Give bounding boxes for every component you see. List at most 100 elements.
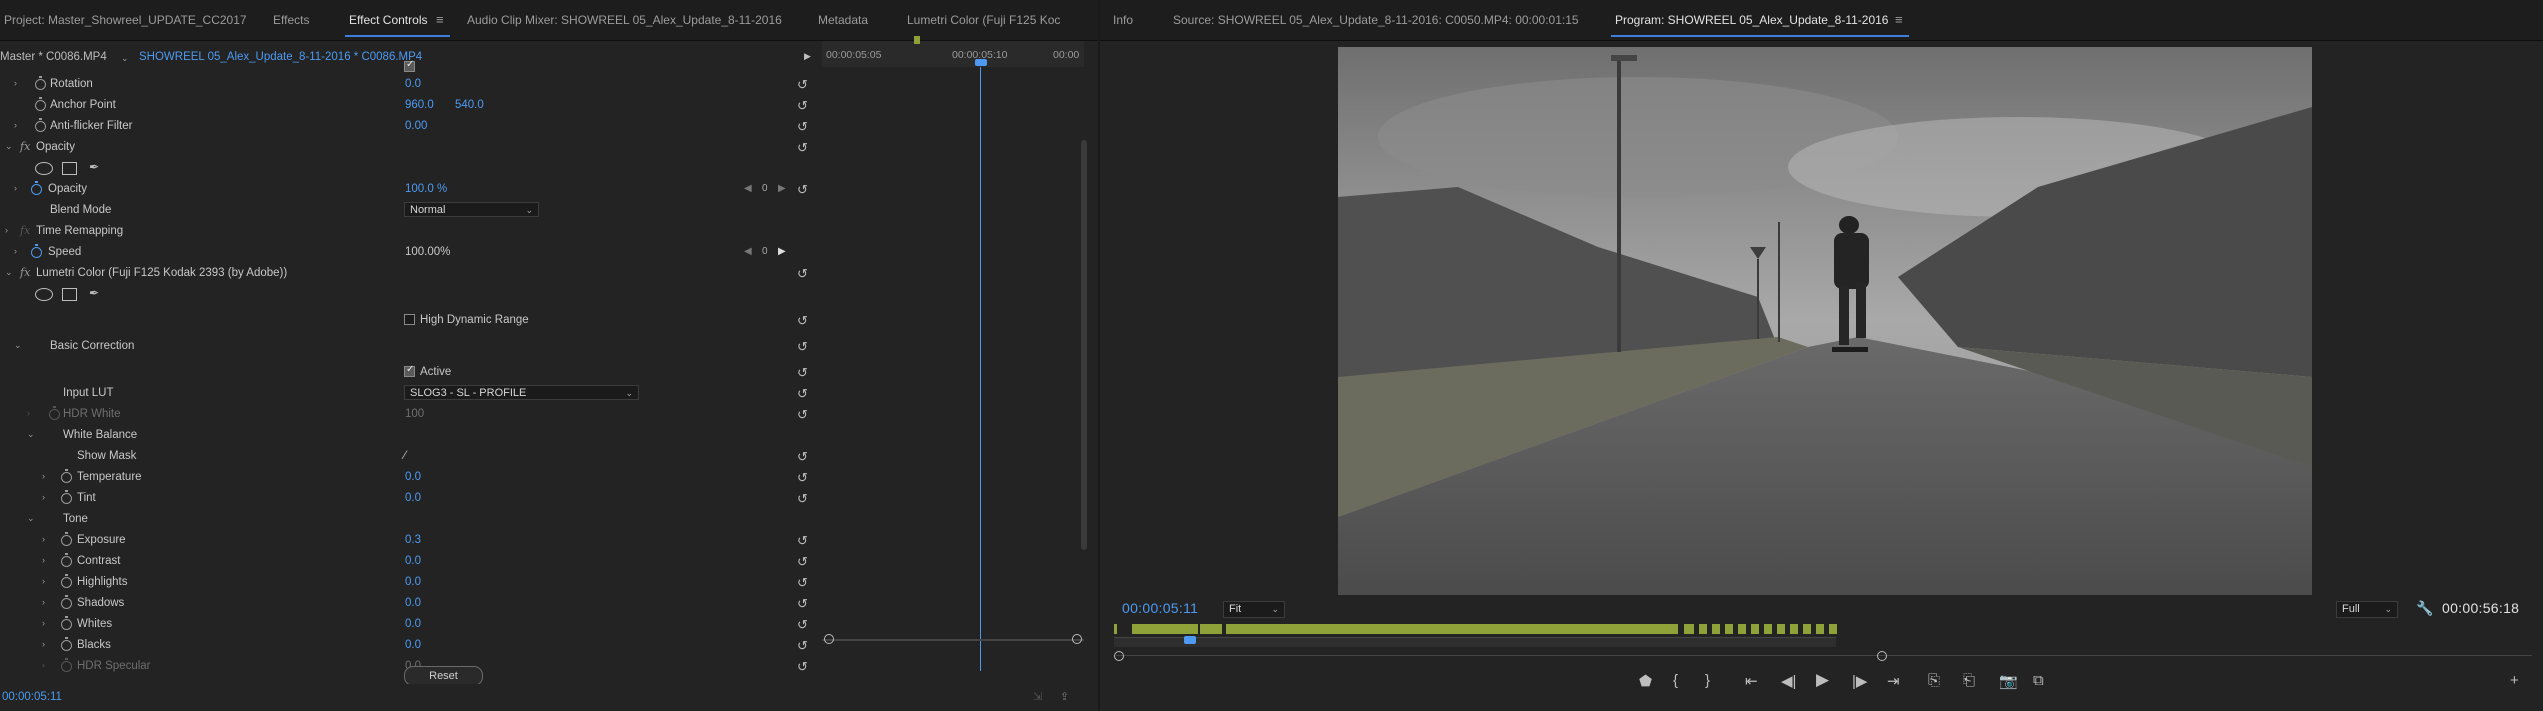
extract-icon[interactable]: ⎗ <box>1963 672 1975 689</box>
highlights-value[interactable]: 0.0 <box>405 576 421 588</box>
keyframe-add-icon[interactable]: 0 <box>762 246 768 257</box>
blacks-value[interactable]: 0.0 <box>405 639 421 651</box>
reset-icon[interactable]: ↺ <box>797 659 808 675</box>
stopwatch-icon[interactable] <box>61 574 72 588</box>
reset-icon[interactable]: ↺ <box>797 386 808 402</box>
collapse-triangle-icon[interactable]: ⌄ <box>14 340 22 351</box>
stopwatch-icon[interactable] <box>61 469 72 483</box>
marker[interactable] <box>1777 624 1785 634</box>
marker[interactable] <box>1816 624 1824 634</box>
tab-effects[interactable]: Effects <box>273 13 309 27</box>
tab-metadata[interactable]: Metadata <box>818 13 868 27</box>
reset-icon[interactable]: ↺ <box>797 313 808 329</box>
keyframe-add-icon[interactable]: 0 <box>762 183 768 194</box>
reset-icon[interactable]: ↺ <box>797 119 808 135</box>
reset-icon[interactable]: ↺ <box>797 449 808 465</box>
blend-mode-select[interactable]: Normal ⌄ <box>404 202 539 217</box>
marker[interactable] <box>1764 624 1772 634</box>
zoom-scrollbar[interactable] <box>822 639 1084 641</box>
fx-icon[interactable]: fx <box>20 224 30 237</box>
anti-flicker-value[interactable]: 0.00 <box>405 120 427 132</box>
stopwatch-icon[interactable] <box>61 490 72 504</box>
marker[interactable] <box>1803 624 1811 634</box>
zoom-handle-right[interactable] <box>1877 651 1887 661</box>
expand-triangle-icon[interactable]: › <box>14 183 17 193</box>
reset-icon[interactable]: ↺ <box>797 98 808 114</box>
collapse-triangle-icon[interactable]: ⌄ <box>27 513 35 524</box>
stopwatch-icon[interactable] <box>61 553 72 567</box>
expand-triangle-icon[interactable]: › <box>5 225 8 235</box>
collapse-triangle-icon[interactable]: ⌄ <box>5 267 13 278</box>
keyframe-prev-icon[interactable]: ◀ <box>744 183 752 194</box>
marker-range[interactable] <box>1226 624 1678 634</box>
whites-value[interactable]: 0.0 <box>405 618 421 630</box>
marker[interactable] <box>1114 624 1117 634</box>
marker[interactable] <box>1725 624 1733 634</box>
playhead-handle[interactable] <box>1184 636 1196 644</box>
expand-triangle-icon[interactable]: › <box>14 78 17 88</box>
reset-icon[interactable]: ↺ <box>797 596 808 612</box>
playhead-timecode[interactable]: 00:00:05:11 <box>1122 600 1198 616</box>
expand-triangle-icon[interactable]: › <box>14 246 17 256</box>
uniform-scale-checkbox[interactable] <box>404 59 415 72</box>
zoom-level-select[interactable]: Fit ⌄ <box>1223 601 1285 618</box>
in-point-marker[interactable] <box>914 36 920 44</box>
mark-out-icon[interactable]: } <box>1705 672 1710 689</box>
marker-range[interactable] <box>1132 624 1198 634</box>
expand-triangle-icon[interactable]: › <box>42 576 45 586</box>
expand-triangle-icon[interactable]: › <box>42 492 45 502</box>
filter-icon[interactable]: ⇲ <box>1033 690 1042 703</box>
mark-in-icon[interactable]: { <box>1673 672 1678 689</box>
stopwatch-icon[interactable] <box>61 595 72 609</box>
marker[interactable] <box>1790 624 1798 634</box>
reset-icon[interactable]: ↺ <box>797 77 808 93</box>
marker[interactable] <box>1712 624 1720 634</box>
stopwatch-icon[interactable] <box>61 637 72 651</box>
step-back-icon[interactable]: ◀| <box>1781 672 1796 690</box>
marker[interactable] <box>1751 624 1759 634</box>
expand-triangle-icon[interactable]: › <box>42 660 45 670</box>
pen-mask-icon[interactable]: ✒ <box>89 160 99 174</box>
zoom-handle-right[interactable] <box>1072 634 1082 644</box>
zoom-handle-left[interactable] <box>824 634 834 644</box>
tab-source[interactable]: Source: SHOWREEL 05_Alex_Update_8-11-201… <box>1173 13 1579 27</box>
eyedropper-icon[interactable]: ⁄ <box>404 448 406 462</box>
program-video-frame[interactable] <box>1338 47 2312 595</box>
tint-value[interactable]: 0.0 <box>405 492 421 504</box>
go-to-in-icon[interactable]: ⇤ <box>1745 672 1758 690</box>
playhead-handle[interactable] <box>975 59 987 66</box>
monitor-timeline[interactable] <box>1114 620 2532 670</box>
stopwatch-icon[interactable] <box>35 97 46 111</box>
marker[interactable] <box>1829 624 1837 634</box>
tab-program[interactable]: Program: SHOWREEL 05_Alex_Update_8-11-20… <box>1615 13 1888 27</box>
ellipse-mask-icon[interactable] <box>35 288 53 301</box>
stopwatch-icon[interactable] <box>61 532 72 546</box>
shadows-value[interactable]: 0.0 <box>405 597 421 609</box>
expand-triangle-icon[interactable]: › <box>14 120 17 130</box>
tab-project[interactable]: Project: Master_Showreel_UPDATE_CC2017 <box>4 13 247 27</box>
expand-triangle-icon[interactable]: › <box>42 534 45 544</box>
rectangle-mask-icon[interactable] <box>62 288 77 301</box>
tab-audio-clip-mixer[interactable]: Audio Clip Mixer: SHOWREEL 05_Alex_Updat… <box>467 13 782 27</box>
zoom-bar[interactable] <box>1116 655 2532 656</box>
fx-icon[interactable]: fx <box>20 266 30 279</box>
export-frame-icon[interactable]: 📷 <box>1999 672 2018 690</box>
pen-mask-icon[interactable]: ✒ <box>89 286 99 300</box>
reset-icon[interactable]: ↺ <box>797 617 808 633</box>
add-button-icon[interactable]: + <box>2510 672 2519 689</box>
reset-icon[interactable]: ↺ <box>797 470 808 486</box>
stopwatch-icon[interactable] <box>35 76 46 90</box>
expand-triangle-icon[interactable]: › <box>42 471 45 481</box>
ellipse-mask-icon[interactable] <box>35 162 53 175</box>
opacity-value[interactable]: 100.0 % <box>405 183 447 195</box>
keyframe-next-icon[interactable]: ▶ <box>778 183 786 194</box>
anchor-y-value[interactable]: 540.0 <box>455 99 484 111</box>
reset-icon[interactable]: ↺ <box>797 407 808 423</box>
reset-icon[interactable]: ↺ <box>797 554 808 570</box>
comparison-view-icon[interactable]: ⧉ <box>2033 672 2044 689</box>
expand-triangle-icon[interactable]: › <box>42 597 45 607</box>
current-timecode[interactable]: 00:00:05:11 <box>2 691 62 703</box>
hdr-range-checkbox[interactable] <box>404 314 415 325</box>
rectangle-mask-icon[interactable] <box>62 162 77 175</box>
reset-icon[interactable]: ↺ <box>797 140 808 156</box>
